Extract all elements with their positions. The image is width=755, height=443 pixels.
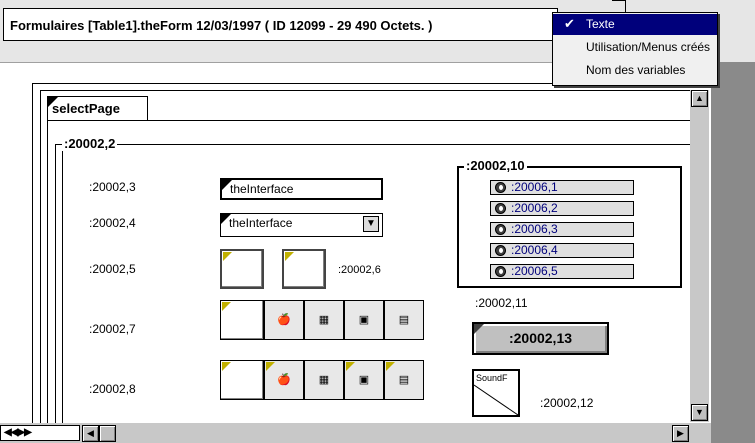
scroll-thumb[interactable] — [99, 425, 116, 442]
scroll-down-icon[interactable]: ▼ — [691, 404, 708, 421]
interface-text-input[interactable]: theInterface — [220, 178, 383, 200]
page-frame-inner-left — [40, 90, 41, 423]
vertical-scrollbar[interactable]: ▲ ▼ — [690, 90, 709, 422]
color-bars-icon[interactable]: ▦ — [304, 300, 344, 340]
apple-icon[interactable]: 🍎 — [264, 360, 304, 400]
graph-icon[interactable]: ▤ — [384, 300, 424, 340]
sound-field[interactable]: SoundF — [472, 369, 520, 417]
object-corner-marker — [386, 362, 395, 371]
field-label-6: :20002,6 — [338, 264, 381, 276]
button-8-a[interactable] — [220, 360, 264, 400]
object-corner-marker — [222, 302, 231, 311]
menu-item-label: Texte — [586, 17, 615, 31]
apple-icon[interactable]: 🍎 — [264, 300, 304, 340]
page-frame-left — [32, 83, 33, 423]
dropdown-arrow-icon[interactable]: ▼ — [363, 216, 379, 232]
page-nav-arrows[interactable]: ◀◀▶▶ — [0, 425, 80, 441]
radio-label: :20006,4 — [511, 243, 558, 257]
field-label-11: :20002,11 — [475, 296, 528, 310]
menu-item-label: Utilisation/Menus créés — [586, 40, 711, 54]
group-main-inner-left — [62, 150, 63, 423]
radio-icon — [495, 224, 506, 235]
window-title: Formulaires [Table1].theForm 12/03/1997 … — [10, 18, 433, 33]
radio-option-2[interactable]: :20006,2 — [490, 201, 634, 216]
menu-pointer-line — [612, 0, 626, 1]
scroll-left-icon[interactable]: ◀ — [82, 425, 99, 442]
object-corner-marker — [223, 252, 232, 261]
radio-icon — [495, 245, 506, 256]
radio-option-5[interactable]: :20006,5 — [490, 264, 634, 279]
color-bars-icon[interactable]: ▦ — [304, 360, 344, 400]
radio-option-4[interactable]: :20006,4 — [490, 243, 634, 258]
group-main-top — [55, 144, 693, 145]
card-icon[interactable]: ▣ — [344, 300, 384, 340]
popup-menu: ✔ Texte Utilisation/Menus créés Nom des … — [552, 12, 718, 86]
radio-icon — [495, 203, 506, 214]
tab-content-left — [47, 120, 48, 423]
object-corner-marker — [474, 324, 484, 334]
scroll-right-icon[interactable]: ▶ — [672, 425, 689, 442]
interface-text-value: theInterface — [230, 182, 294, 196]
horizontal-scrollbar[interactable]: ◀ ▶ — [0, 423, 711, 443]
checkmark-icon: ✔ — [564, 16, 575, 31]
radio-option-3[interactable]: :20006,3 — [490, 222, 634, 237]
page-frame-inner-top — [40, 90, 693, 91]
sound-label: SoundF — [476, 373, 508, 383]
scroll-up-icon[interactable]: ▲ — [691, 90, 708, 107]
interface-dropdown[interactable]: theInterface ▼ — [220, 213, 383, 237]
radio-icon — [495, 266, 506, 277]
field-label-7: :20002,7 — [89, 322, 136, 336]
right-panel — [711, 62, 755, 443]
field-label-5: :20002,5 — [89, 262, 136, 276]
radio-label: :20006,3 — [511, 222, 558, 236]
object-corner-marker — [285, 252, 294, 261]
object-corner-marker — [346, 362, 355, 371]
object-corner-marker — [266, 362, 275, 371]
menu-item-texte[interactable]: ✔ Texte — [553, 14, 717, 35]
field-label-4: :20002,4 — [89, 216, 136, 230]
radio-label: :20006,5 — [511, 264, 558, 278]
tab-baseline — [47, 120, 693, 121]
field-label-8: :20002,8 — [89, 382, 136, 396]
action-button-13[interactable]: :20002,13 — [472, 322, 609, 355]
radio-label: :20006,1 — [511, 180, 558, 194]
graph-icon[interactable]: ▤ — [384, 360, 424, 400]
card-icon[interactable]: ▣ — [344, 360, 384, 400]
picture-field-5[interactable] — [220, 249, 264, 289]
object-corner-marker — [222, 180, 232, 190]
menu-item-utilisation[interactable]: Utilisation/Menus créés — [553, 37, 717, 58]
field-label-12: :20002,12 — [540, 396, 594, 410]
menu-item-variables[interactable]: Nom des variables — [553, 60, 717, 81]
menu-pointer-line — [625, 0, 626, 12]
tab-label: selectPage — [52, 101, 120, 116]
button-7-a[interactable] — [220, 300, 264, 340]
picture-field-6[interactable] — [282, 249, 326, 289]
menu-item-label: Nom des variables — [586, 63, 686, 77]
group-main-left — [55, 144, 56, 423]
radio-option-1[interactable]: :20006,1 — [490, 180, 634, 195]
object-corner-marker — [222, 362, 231, 371]
action-button-label: :20002,13 — [508, 330, 573, 346]
group-main-label: :20002,2 — [62, 136, 118, 151]
radio-group-label: :20002,10 — [464, 158, 527, 173]
interface-dropdown-value: theInterface — [229, 216, 293, 230]
object-corner-marker — [221, 214, 231, 224]
field-label-3: :20002,3 — [89, 180, 136, 194]
radio-label: :20006,2 — [511, 201, 558, 215]
radio-icon — [495, 182, 506, 193]
